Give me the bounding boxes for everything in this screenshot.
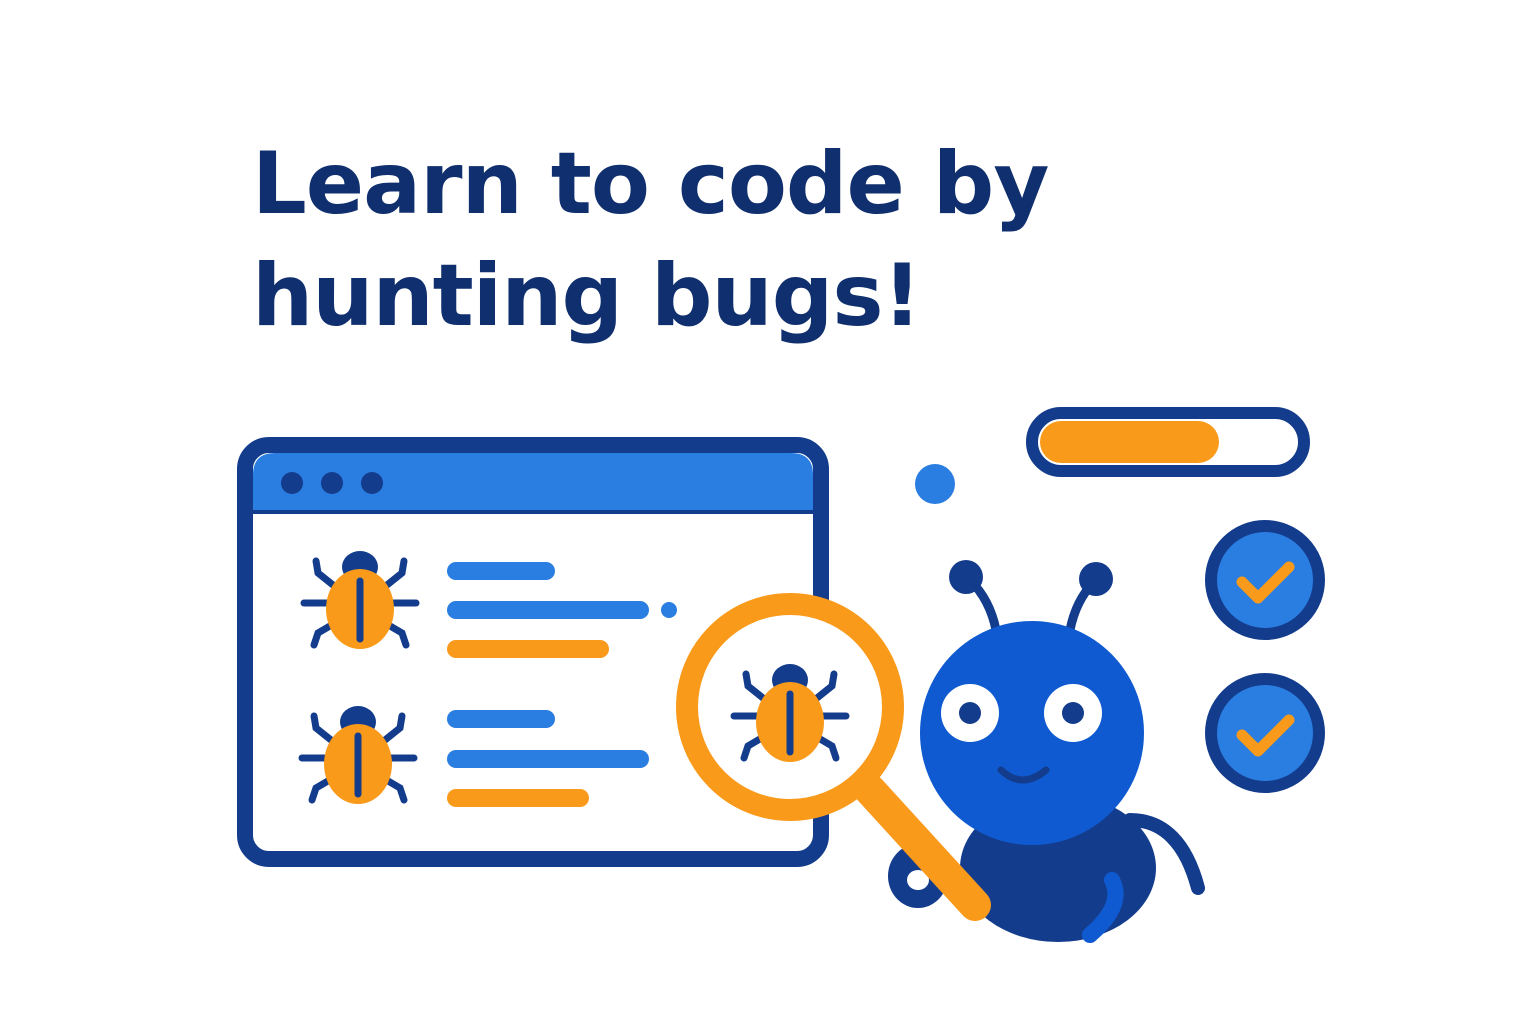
scene-graphic (237, 407, 1325, 943)
code-dot (661, 602, 677, 618)
decorative-dot (915, 464, 955, 504)
window-dot-2 (321, 472, 343, 494)
bug-mascot (888, 560, 1205, 943)
window-dot-1 (281, 472, 303, 494)
window-dot-3 (361, 472, 383, 494)
illustration: Learn to code by hunting bugs! (0, 0, 1536, 1024)
check-icon (1205, 673, 1325, 793)
check-icon (1205, 520, 1325, 640)
progress-fill (1040, 421, 1219, 463)
progress-bar (1026, 407, 1310, 477)
